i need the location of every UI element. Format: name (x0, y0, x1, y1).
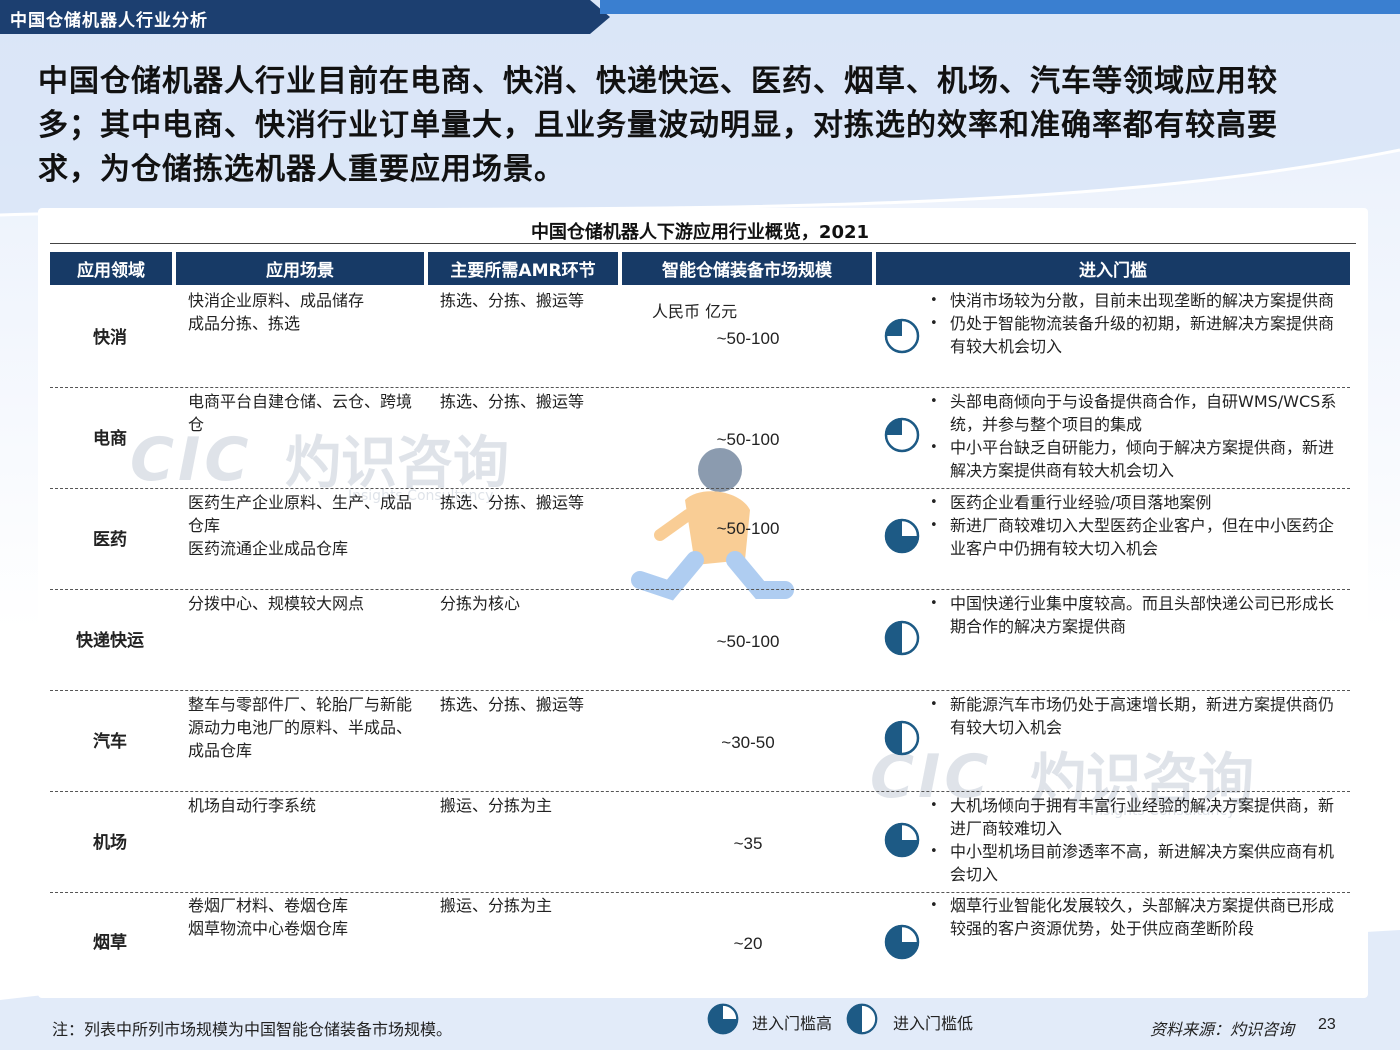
barrier-note: 大机场倾向于拥有丰富行业经验的解决方案提供商，新进厂商较难切入 (930, 794, 1340, 840)
column-header-amr: 主要所需AMR环节 (428, 252, 618, 285)
row-sector: 快消 (93, 328, 127, 348)
row-barrier-notes: 新能源汽车市场仍处于高速增长期，新进方案提供商仍有较大切入机会 (930, 693, 1340, 739)
page-number: 23 (1318, 1016, 1336, 1033)
barrier-note: 仍处于智能物流装备升级的初期，新进解决方案提供商有较大机会切入 (930, 312, 1340, 358)
column-header-barrier: 进入门槛 (876, 252, 1350, 285)
legend-low-label: 进入门槛低 (893, 1014, 974, 1033)
table-title: 中国仓储机器人下游应用行业概览，2021 (530, 222, 870, 243)
source-note: 资料来源：灼识咨询 (1150, 1020, 1295, 1039)
row-barrier-notes: 大机场倾向于拥有丰富行业经验的解决方案提供商，新进厂商较难切入 中小型机场目前渗… (930, 794, 1340, 886)
column-header-sector: 应用领域 (50, 252, 172, 285)
row-market-size: ~50-100 (716, 329, 780, 348)
row-amr: 搬运、分拣为主 (440, 796, 553, 815)
row-scene: 分拨中心、规模较大网点 (188, 594, 365, 613)
barrier-note: 中小平台缺乏自研能力，倾向于解决方案提供商，新进解决方案提供商有较大机会切入 (930, 436, 1340, 482)
row-barrier-notes: 医药企业看重行业经验/项目落地案例 新进厂商较难切入大型医药企业客户，但在中小医… (930, 491, 1340, 560)
legend-high-barrier-icon (707, 1003, 739, 1035)
row-divider (50, 892, 1350, 893)
row-amr: 拣选、分拣、搬运等 (440, 392, 585, 411)
title-rule (50, 243, 1356, 244)
row-market-size: ~30-50 (721, 733, 775, 752)
barrier-pie-icon (884, 720, 920, 756)
barrier-note: 烟草行业智能化发展较久，头部解决方案提供商已形成较强的客户资源优势，处于供应商垄… (930, 894, 1340, 940)
row-divider (50, 589, 1350, 590)
header-accent-strip (600, 0, 1400, 14)
row-barrier-notes: 快消市场较为分散，目前未出现垄断的解决方案提供商 仍处于智能物流装备升级的初期，… (930, 289, 1340, 358)
row-sector: 机场 (93, 833, 127, 853)
row-scene: 卷烟厂材料、卷烟仓库 烟草物流中心卷烟仓库 (188, 896, 349, 938)
row-market-size: ~50-100 (716, 632, 780, 651)
row-market-size: ~35 (733, 834, 763, 853)
row-sector: 快递快运 (76, 631, 144, 651)
row-scene: 机场自动行李系统 (188, 796, 317, 815)
column-header-scene: 应用场景 (176, 252, 424, 285)
barrier-note: 中小型机场目前渗透率不高，新进解决方案供应商有机会切入 (930, 840, 1340, 886)
row-scene: 整车与零部件厂、轮胎厂与新能源动力电池厂的原料、半成品、成品仓库 (188, 695, 413, 760)
header-title: 中国仓储机器人行业分析 (10, 11, 208, 31)
row-divider (50, 690, 1350, 691)
row-scene: 电商平台自建仓储、云仓、跨境仓 (188, 392, 413, 434)
row-market-size: ~50-100 (716, 430, 780, 449)
barrier-note: 新进厂商较难切入大型医药企业客户，但在中小医药企业客户中仍拥有较大切入机会 (930, 514, 1340, 560)
row-market-size: ~50-100 (716, 519, 780, 538)
barrier-note: 中国快递行业集中度较高。而且头部快递公司已形成长期合作的解决方案提供商 (930, 592, 1340, 638)
footnote: 注：列表中所列市场规模为中国智能仓储装备市场规模。 (52, 1020, 453, 1039)
row-amr: 拣选、分拣、搬运等 (440, 493, 585, 512)
barrier-pie-icon (884, 417, 920, 453)
row-market-size: ~20 (733, 934, 763, 953)
row-sector: 电商 (93, 429, 127, 449)
row-amr: 拣选、分拣、搬运等 (440, 291, 585, 310)
row-barrier-notes: 中国快递行业集中度较高。而且头部快递公司已形成长期合作的解决方案提供商 (930, 592, 1340, 638)
barrier-pie-icon (884, 924, 920, 960)
barrier-pie-icon (884, 518, 920, 554)
row-amr: 拣选、分拣、搬运等 (440, 695, 585, 714)
barrier-note: 新能源汽车市场仍处于高速增长期，新进方案提供商仍有较大切入机会 (930, 693, 1340, 739)
barrier-note: 医药企业看重行业经验/项目落地案例 (930, 491, 1340, 514)
row-barrier-notes: 烟草行业智能化发展较久，头部解决方案提供商已形成较强的客户资源优势，处于供应商垄… (930, 894, 1340, 940)
row-sector: 烟草 (93, 933, 127, 953)
headline: 中国仓储机器人行业目前在电商、快消、快递快运、医药、烟草、机场、汽车等领域应用较… (38, 64, 1278, 187)
barrier-note: 快消市场较为分散，目前未出现垄断的解决方案提供商 (930, 289, 1340, 312)
legend-low-barrier-icon (846, 1003, 878, 1035)
row-amr: 搬运、分拣为主 (440, 896, 553, 915)
column-header-market-size: 智能仓储装备市场规模 (622, 252, 872, 285)
row-divider (50, 791, 1350, 792)
row-scene: 医药生产企业原料、生产、成品仓库 医药流通企业成品仓库 (188, 493, 413, 558)
row-sector: 汽车 (93, 732, 127, 752)
row-barrier-notes: 头部电商倾向于与设备提供商合作，自研WMS/WCS系统，并参与整个项目的集成 中… (930, 390, 1340, 482)
market-size-unit: 人民币 亿元 (652, 302, 738, 321)
barrier-pie-icon (884, 318, 920, 354)
barrier-note: 头部电商倾向于与设备提供商合作，自研WMS/WCS系统，并参与整个项目的集成 (930, 390, 1340, 436)
row-amr: 分拣为核心 (440, 594, 521, 613)
row-scene: 快消企业原料、成品储存 成品分拣、拣选 (188, 291, 365, 333)
row-divider (50, 387, 1350, 388)
row-sector: 医药 (93, 530, 127, 550)
legend-high-label: 进入门槛高 (752, 1014, 833, 1033)
row-divider (50, 488, 1350, 489)
barrier-pie-icon (884, 620, 920, 656)
barrier-pie-icon (884, 822, 920, 858)
